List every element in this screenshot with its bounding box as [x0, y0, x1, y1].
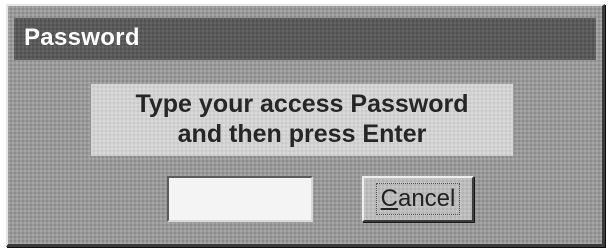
cancel-button[interactable]: Cancel	[362, 176, 474, 222]
cancel-button-label: Cancel	[375, 183, 461, 215]
password-dialog: Password Type your access Password and t…	[6, 4, 605, 247]
dialog-title: Password	[24, 24, 140, 51]
prompt-message: Type your access Password and then press…	[91, 84, 513, 156]
title-bar[interactable]: Password	[14, 18, 596, 60]
prompt-line-1: Type your access Password	[135, 90, 469, 118]
cancel-mnemonic: C	[380, 185, 398, 212]
cancel-label-rest: ancel	[397, 185, 456, 212]
prompt-line-2: and then press Enter	[177, 120, 427, 148]
password-input[interactable]	[167, 176, 313, 222]
